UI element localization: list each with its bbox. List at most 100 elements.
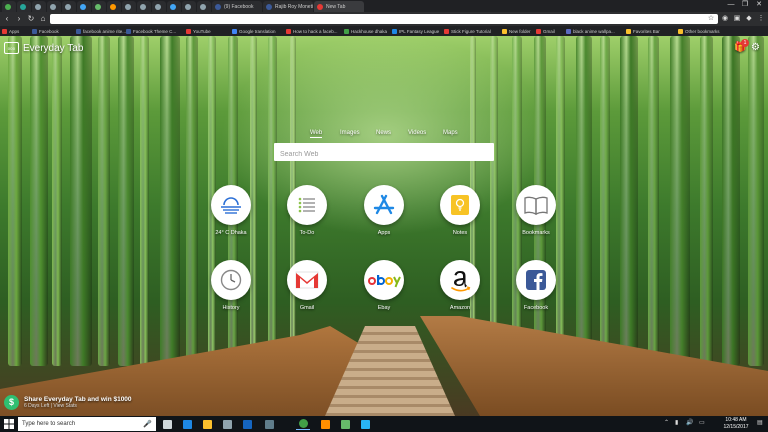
share-promo[interactable]: $ Share Everyday Tab and win $1000 6 Day… [4,395,132,410]
notes-icon [451,195,469,215]
browser-tab[interactable] [107,1,121,12]
bookmark-item[interactable]: Google translation [232,27,276,35]
browser-tab[interactable] [122,1,136,12]
app-blue-taskbar-button[interactable] [358,418,372,430]
browser-tab[interactable] [167,1,181,12]
bookmark-item[interactable]: Facebook [32,27,59,35]
forward-icon[interactable]: › [14,14,24,24]
bookmark-item[interactable]: YouTube [186,27,211,35]
shortcut-bookmarks[interactable]: Bookmarks [506,185,566,236]
bookmark-item[interactable]: black anime wallpa... [566,27,615,35]
shortcut-weather[interactable]: 24° C Dhaka [201,185,261,236]
torrent-taskbar-button[interactable] [338,418,352,430]
shortcut-gmail[interactable]: Gmail [277,260,337,311]
tab-web[interactable]: Web [310,130,323,138]
bookmark-item[interactable]: New folder [502,27,531,35]
back-icon[interactable]: ‹ [2,14,12,24]
shortcut-circle [211,260,251,300]
bookmark-item[interactable]: Stick Figure Tutorial [444,27,491,35]
promo-subtitle[interactable]: 6 Days Left | View Stats [24,403,132,409]
tab-images[interactable]: Images [340,130,360,136]
minimize-icon[interactable]: — [724,0,738,10]
taskbar-clock[interactable]: 10:48 AM 12/15/2017 [718,417,754,431]
app-name: Everyday Tab [23,42,84,54]
camera-taskbar-button[interactable] [262,418,276,430]
tab-favicon [215,3,221,10]
address-bar[interactable] [50,14,718,31]
shortcut-amazon[interactable]: Amazon [430,260,490,311]
battery-icon[interactable]: ▭ [699,419,705,426]
vlc-taskbar-button[interactable] [318,418,332,430]
tab-videos[interactable]: Videos [408,130,426,136]
shortcut-notes[interactable]: Notes [430,185,490,236]
bookmark-icon [32,28,37,34]
bookmark-label: Facebook Theme C... [133,28,177,34]
menu-icon[interactable]: ⋮ [756,14,766,24]
store-taskbar-button[interactable] [220,418,234,430]
mail-taskbar-button[interactable] [240,418,254,430]
shortcut-todo[interactable]: To-Do [277,185,337,236]
bookmark-item[interactable]: facebook anime rite... [76,27,126,35]
bamboo-stalk [8,36,22,366]
bookmark-item[interactable]: How to hack a faceb... [286,27,338,35]
bookmark-item[interactable]: Other bookmarks [678,27,720,35]
taskbar-search[interactable]: Type here to search 🎤 [18,417,156,431]
network-icon[interactable]: ▮ [675,419,678,426]
calendar-icon: 000 [4,42,19,54]
edge-taskbar-button[interactable] [180,418,194,430]
browser-tab[interactable]: Rajib Roy Monetize 15/1/2... [263,1,313,12]
shortcut-facebook[interactable]: Facebook [506,260,566,311]
search-box[interactable] [274,143,494,164]
browser-tab[interactable]: (9) Facebook [212,1,262,12]
tab-favicon [50,3,56,10]
browser-tab[interactable] [17,1,31,12]
browser-tab[interactable]: New Tab [314,1,364,12]
browser-tab[interactable] [152,1,166,12]
browser-tab[interactable] [2,1,16,12]
bookmark-icon [126,28,131,34]
shortcut-history[interactable]: History [201,260,261,311]
chevron-up-icon[interactable]: ⌃ [664,419,669,426]
shortcut-label: Facebook [523,305,549,311]
browser-tab[interactable] [32,1,46,12]
bookmark-item[interactable]: Hackhouse dhaka [344,27,387,35]
extension-icon[interactable]: ◆ [744,14,754,24]
shortcut-apps[interactable]: Apps [354,185,414,236]
chrome-taskbar-button[interactable] [296,418,310,430]
gear-icon[interactable]: ⚙ [751,42,760,53]
tab-favicon [125,3,131,10]
shortcut-ebay[interactable]: Ebay [354,260,414,311]
reload-icon[interactable]: ↻ [26,14,36,24]
maximize-icon[interactable]: ❐ [738,0,752,10]
bookmark-item[interactable]: Apps [2,27,19,35]
bookmark-item[interactable]: Favorites Bar [626,27,660,35]
bookmark-item[interactable]: Facebook Theme C... [126,27,176,35]
notification-center-icon[interactable]: ▤ [757,419,763,426]
bookmark-item[interactable]: IPL Fantasy League [392,27,439,35]
bamboo-stalk [70,36,92,366]
bookmark-item[interactable]: Gmail [536,27,555,35]
extension-icon[interactable]: ▣ [732,14,742,24]
browser-tab[interactable] [182,1,196,12]
browser-tab[interactable] [77,1,91,12]
bookmark-star-icon[interactable]: ☆ [706,14,716,24]
windows-start-icon[interactable] [2,418,16,430]
extension-icon[interactable]: ◉ [720,14,730,24]
microphone-icon[interactable]: 🎤 [143,420,152,428]
app-logo[interactable]: 000 Everyday Tab [4,42,83,54]
home-icon[interactable]: ⌂ [38,14,48,24]
close-icon[interactable]: ✕ [752,0,766,10]
browser-tab[interactable] [137,1,151,12]
tab-maps[interactable]: Maps [443,130,458,136]
browser-tab[interactable] [62,1,76,12]
browser-tab[interactable] [47,1,61,12]
tab-favicon [20,3,26,10]
browser-tab[interactable] [92,1,106,12]
file-explorer-taskbar-button[interactable] [200,418,214,430]
notification-badge: 1 [741,39,749,47]
search-input[interactable] [274,145,494,164]
task-view-taskbar-button[interactable] [160,418,174,430]
volume-icon[interactable]: 🔊 [686,419,693,426]
tab-news[interactable]: News [376,130,391,136]
browser-tab[interactable] [197,1,211,12]
